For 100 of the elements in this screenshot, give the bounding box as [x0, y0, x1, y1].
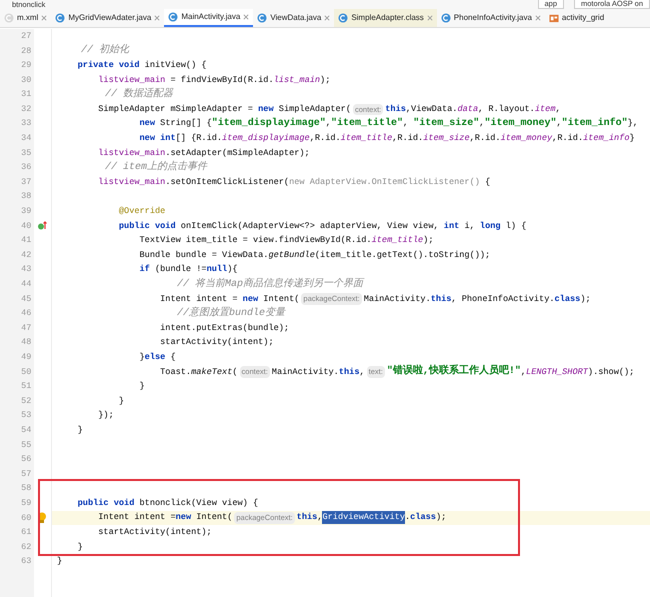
editor-tab[interactable]: activity_grid [544, 9, 608, 27]
code-text: ); [436, 511, 446, 524]
line-number: 47 [21, 322, 32, 335]
line-number: 55 [21, 438, 32, 452]
field-name: listview_main [97, 74, 166, 87]
line-number: 28 [21, 44, 32, 58]
editor-tab[interactable]: m.xml [0, 9, 52, 27]
keyword: new [138, 117, 155, 130]
line-number: 49 [21, 350, 32, 364]
static-field: item_money [500, 132, 552, 145]
code-text: }); [97, 409, 114, 422]
field-name: listview_main [97, 146, 166, 160]
tab-label: MyGridViewAdater.java [68, 12, 152, 24]
lightbulb-icon[interactable] [37, 512, 48, 524]
override-icon[interactable] [37, 221, 48, 232]
line-number: 37 [21, 176, 32, 189]
code-text: , [326, 117, 331, 130]
keyword: if [138, 263, 150, 276]
tab-label: m.xml [17, 12, 38, 24]
code-text: i, [463, 220, 476, 232]
line-number: 44 [21, 278, 32, 291]
line-number: 45 [21, 292, 32, 306]
line-number: 57 [21, 468, 32, 480]
editor-tab[interactable]: MainActivity.java [164, 9, 254, 27]
line-number: 62 [21, 540, 32, 554]
code-text: } [76, 540, 83, 554]
line-number: 48 [21, 336, 32, 350]
annotation: @Override [118, 204, 166, 218]
code-text: SimpleAdapter mSimpleAdapter = [97, 102, 254, 116]
code-text: { [169, 350, 176, 364]
code-text: TextView item_title = view.findViewById(R.id. [138, 234, 372, 248]
line-number: 32 [21, 102, 32, 116]
line-number: 27 [21, 30, 32, 43]
string-literal: "item_displayimage" [212, 116, 326, 132]
string-literal: "item_money" [484, 116, 556, 132]
line-number: 38 [21, 190, 32, 204]
close-icon[interactable] [426, 15, 433, 21]
code-text: ){ [227, 263, 238, 276]
code-text: btnonclick(View view) { [138, 496, 258, 510]
keyword: new [242, 292, 258, 306]
code-text: ,R.id. [552, 132, 584, 145]
code-text: } [138, 380, 145, 393]
class-file-icon [55, 13, 66, 23]
line-number: 41 [21, 234, 32, 247]
code-text: (bundle != [154, 263, 207, 276]
keyword: class [410, 511, 436, 524]
code-text: ,R.id. [310, 132, 341, 145]
code-text: ).show(); [588, 366, 634, 378]
code-text: MainActivity. [364, 292, 431, 306]
close-icon[interactable] [243, 14, 250, 20]
keyword: null [206, 263, 228, 276]
class-file-icon [168, 12, 178, 22]
code-text: ); [423, 234, 434, 248]
line-number: 35 [21, 146, 32, 160]
class-file-icon [4, 13, 14, 23]
code-text: } [118, 394, 124, 408]
string-literal: "item_title" [330, 116, 403, 132]
code-text: }, [628, 117, 638, 130]
static-field: data [457, 102, 478, 116]
line-number: 53 [21, 409, 32, 422]
comment: // item上的点击事件 [104, 160, 208, 176]
editor-tab[interactable]: SimpleAdapter.class [334, 9, 437, 27]
editor-tab[interactable]: PhoneInfoActivity.java [436, 9, 545, 27]
keyword: this [385, 102, 406, 116]
tab-label: MainActivity.java [181, 11, 240, 23]
keyword: public void [76, 496, 134, 510]
code-text: Toast. [159, 366, 192, 378]
code-text: , [556, 117, 562, 130]
layout-file-icon [548, 13, 559, 23]
tab-label: ViewData.java [270, 12, 322, 24]
code-text: , [359, 366, 365, 378]
string-literal: "item_size" [413, 116, 480, 132]
editor-tab[interactable]: ViewData.java [253, 9, 334, 27]
comment: // 数据适配器 [104, 87, 174, 102]
string-literal: "item_info" [562, 116, 628, 132]
line-number: 34 [21, 132, 32, 145]
close-icon[interactable] [154, 15, 160, 21]
line-number: 51 [21, 380, 32, 393]
code-text: ,R.id. [392, 132, 424, 145]
code-text: } [630, 132, 635, 145]
selected-text: GridviewActivity [322, 511, 405, 524]
close-icon[interactable] [534, 15, 541, 21]
code-text: } [138, 350, 145, 364]
comment: //意图放置bundle变量 [176, 306, 286, 322]
keyword: public void [118, 220, 176, 232]
code-text: , [555, 102, 561, 116]
string-literal: "错误啦,快联系工作人员吧!" [386, 364, 521, 380]
code-text: .setOnItemClickListener( [165, 176, 290, 189]
code-text: = findViewById(R.id. [169, 74, 274, 87]
static-field: list_main [274, 74, 320, 87]
code-text: ( [232, 366, 238, 378]
editor-tab[interactable]: MyGridViewAdater.java [51, 9, 164, 27]
close-icon[interactable] [41, 15, 48, 21]
keyword: private void [76, 59, 140, 72]
tab-label: SimpleAdapter.class [351, 12, 424, 24]
code-text: ); [320, 74, 330, 87]
field-name: listview_main [97, 176, 166, 189]
code-text: MainActivity. [272, 366, 339, 378]
close-icon[interactable] [324, 15, 330, 21]
keyword: new int [138, 132, 176, 145]
